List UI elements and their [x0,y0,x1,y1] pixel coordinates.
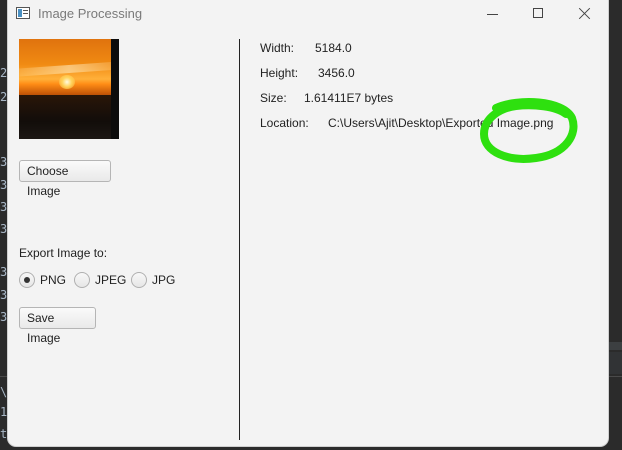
gutter-char: \ [0,385,8,399]
size-value: 1.61411E7 bytes [304,91,394,105]
window-title: Image Processing [38,6,143,21]
close-button[interactable] [562,0,608,28]
width-label: Width: [260,41,295,55]
minimize-icon [487,14,498,15]
gutter-char: 2 [0,90,8,104]
choose-image-button[interactable]: Choose Image [19,160,111,198]
location-value: C:\Users\Ajit\Desktop\Exported Image.png [328,116,554,130]
gutter-char: 3 [0,288,8,302]
png-radio-label[interactable]: PNG [40,273,66,287]
preview-sun [59,75,75,89]
location-label: Location: [260,116,309,130]
gutter-char: 1 [0,405,8,419]
gutter-char: t [0,427,8,441]
height-label: Height: [260,66,299,80]
jpg-radio-label[interactable]: JPG [152,273,175,287]
ide-scroll-segment [608,352,622,374]
png-radio[interactable] [19,272,35,288]
preview-ground [19,95,119,139]
image-processing-window: Image Processing Choose Image Export Ima… [8,0,608,446]
jpeg-radio-label[interactable]: JPEG [95,273,126,287]
vertical-divider [239,39,240,440]
close-icon [578,7,591,20]
app-window-icon [16,7,30,19]
save-image-button[interactable]: Save Image [19,307,96,345]
maximize-icon [533,8,543,18]
green-circle-annotation [479,98,578,163]
preview-dark-strip [111,39,119,139]
gutter-char: 3 [0,265,8,279]
size-label: Size: [260,91,287,105]
gutter-char: 3 [0,310,8,324]
ide-scroll-segment [608,342,622,350]
title-bar[interactable]: Image Processing [8,0,608,28]
jpeg-radio[interactable] [74,272,90,288]
gutter-char: 3 [0,222,8,236]
height-value: 3456.0 [318,66,355,80]
gutter-char: 3 [0,155,8,169]
gutter-char: 2 [0,66,8,80]
image-preview [19,39,119,139]
maximize-button[interactable] [516,0,562,28]
jpg-radio[interactable] [131,272,147,288]
width-value: 5184.0 [315,41,352,55]
minimize-button[interactable] [470,0,516,28]
gutter-char: 3 [0,178,8,192]
export-label: Export Image to: [19,246,108,260]
gutter-char: 3 [0,200,8,214]
